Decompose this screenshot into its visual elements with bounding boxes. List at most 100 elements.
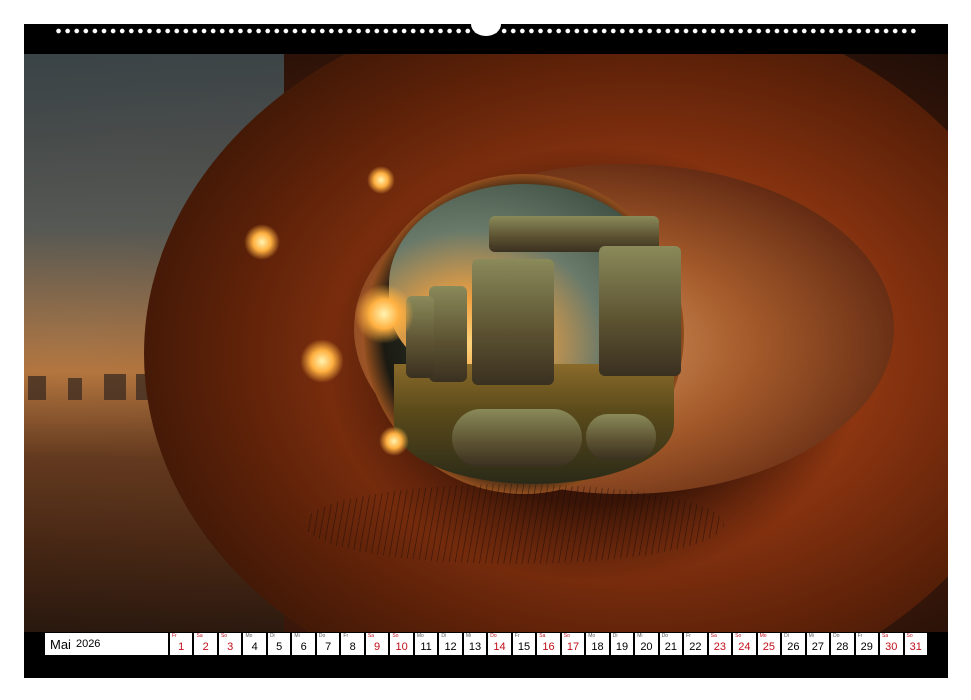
day-of-week: So — [906, 633, 913, 639]
fallen-stone — [452, 409, 582, 467]
day-cell: Di 12 — [439, 633, 462, 655]
day-of-week: Mi — [808, 633, 814, 639]
day-number: 12 — [444, 641, 457, 653]
day-number: 6 — [300, 641, 307, 653]
day-of-week: Do — [833, 633, 840, 639]
day-cell: Mi 6 — [292, 633, 315, 655]
day-cell: Mi 13 — [463, 633, 487, 655]
day-of-week: So — [735, 633, 742, 639]
day-number: 8 — [349, 641, 356, 653]
day-cell: Mi 20 — [635, 633, 658, 655]
day-of-week: Fr — [514, 633, 520, 639]
light-orb — [379, 426, 409, 456]
day-cell: Do 28 — [831, 633, 854, 655]
day-number: 14 — [493, 641, 506, 653]
day-number: 28 — [836, 641, 849, 653]
day-cell: Di 5 — [267, 633, 291, 655]
day-of-week: Mi — [465, 633, 472, 639]
day-of-week: So — [220, 633, 228, 639]
day-of-week: Sa — [539, 633, 546, 639]
day-of-week: Mo — [759, 633, 767, 639]
day-of-week: So — [392, 633, 399, 639]
sun-flare — [354, 284, 414, 344]
month-name: Mai — [50, 636, 71, 652]
day-number: 13 — [468, 641, 482, 653]
day-cell: Mo 4 — [243, 633, 266, 655]
day-cell: Do 21 — [659, 633, 683, 655]
day-cell: Sa 2 — [194, 633, 217, 655]
day-number: 19 — [615, 641, 629, 653]
distant-stones — [68, 378, 82, 400]
day-of-week: Do — [661, 633, 669, 639]
day-cell: Fr 15 — [512, 633, 536, 655]
day-number: 16 — [542, 641, 555, 653]
day-number: 25 — [762, 641, 775, 653]
day-number: 24 — [738, 641, 751, 653]
day-number: 21 — [664, 641, 678, 653]
day-number: 29 — [860, 641, 873, 653]
day-of-week: Mo — [416, 633, 424, 639]
day-of-week: Di — [784, 633, 789, 639]
day-cell: Sa 23 — [708, 633, 732, 655]
lower-lashes — [304, 484, 724, 564]
light-orb — [300, 339, 344, 383]
day-number: 2 — [202, 641, 209, 653]
day-number: 22 — [689, 641, 702, 653]
distant-stones — [28, 376, 46, 400]
day-number: 7 — [325, 641, 332, 653]
day-number: 20 — [640, 641, 653, 653]
distant-stones — [104, 374, 126, 400]
day-cell: Do 7 — [316, 633, 340, 655]
day-of-week: Fr — [172, 633, 177, 639]
day-cell: Mo 18 — [586, 633, 609, 655]
day-number: 15 — [517, 641, 531, 653]
hanger-notch — [471, 12, 501, 36]
standing-stone — [599, 246, 681, 376]
day-cell: So 24 — [733, 633, 756, 655]
day-cell: Fr 1 — [170, 633, 193, 655]
day-of-week: Sa — [367, 633, 374, 639]
day-number: 30 — [885, 641, 898, 653]
day-cell: Mo 25 — [757, 633, 781, 655]
day-of-week: Fr — [857, 633, 863, 639]
day-of-week: Fr — [686, 633, 691, 639]
day-of-week: Fr — [343, 633, 349, 639]
day-of-week: Sa — [710, 633, 717, 639]
day-number: 10 — [395, 641, 408, 653]
light-orb — [367, 166, 395, 194]
day-cell: Sa 16 — [537, 633, 560, 655]
day-of-week: Di — [441, 633, 447, 639]
eye-stonehenge-photo — [24, 54, 948, 632]
day-cell: Do 14 — [488, 633, 511, 655]
day-number: 18 — [591, 641, 604, 653]
day-number: 26 — [787, 641, 800, 653]
day-cell: Mo 11 — [414, 633, 438, 655]
day-of-week: Mi — [294, 633, 300, 639]
day-of-week: Di — [269, 633, 275, 639]
day-number: 1 — [178, 641, 185, 653]
day-cell: Fr 8 — [341, 633, 364, 655]
day-number: 11 — [420, 641, 432, 653]
day-cell: So 31 — [904, 633, 928, 655]
day-of-week: Do — [490, 633, 497, 639]
standing-stone — [472, 259, 554, 385]
month-calendar-strip: Mai 2026 Fr 1 Sa 2 So 3 Mo 4 Di 5 Mi 6 Do 7 Fr 8 Sa 9 So 10… — [45, 633, 928, 655]
day-of-week: Di — [612, 633, 618, 639]
day-of-week: Do — [318, 633, 326, 639]
day-number: 23 — [713, 641, 727, 653]
day-of-week: Mi — [637, 633, 643, 639]
day-of-week: Mo — [245, 633, 253, 639]
day-of-week: So — [563, 633, 570, 639]
day-cell: So 10 — [390, 633, 413, 655]
day-cells: Fr 1 Sa 2 So 3 Mo 4 Di 5 Mi 6 Do 7 Fr 8 Sa 9 So 10 Mo 11 Di 12 M… — [170, 633, 928, 655]
day-of-week: Sa — [196, 633, 203, 639]
standing-stone — [429, 286, 467, 382]
day-number: 27 — [811, 641, 824, 653]
fallen-stone — [586, 414, 656, 460]
month-label-box: Mai 2026 — [45, 633, 168, 655]
day-of-week: Mo — [588, 633, 596, 639]
day-cell: So 17 — [561, 633, 585, 655]
day-cell: Sa 30 — [880, 633, 903, 655]
day-cell: Mi 27 — [806, 633, 830, 655]
day-number: 17 — [566, 641, 580, 653]
